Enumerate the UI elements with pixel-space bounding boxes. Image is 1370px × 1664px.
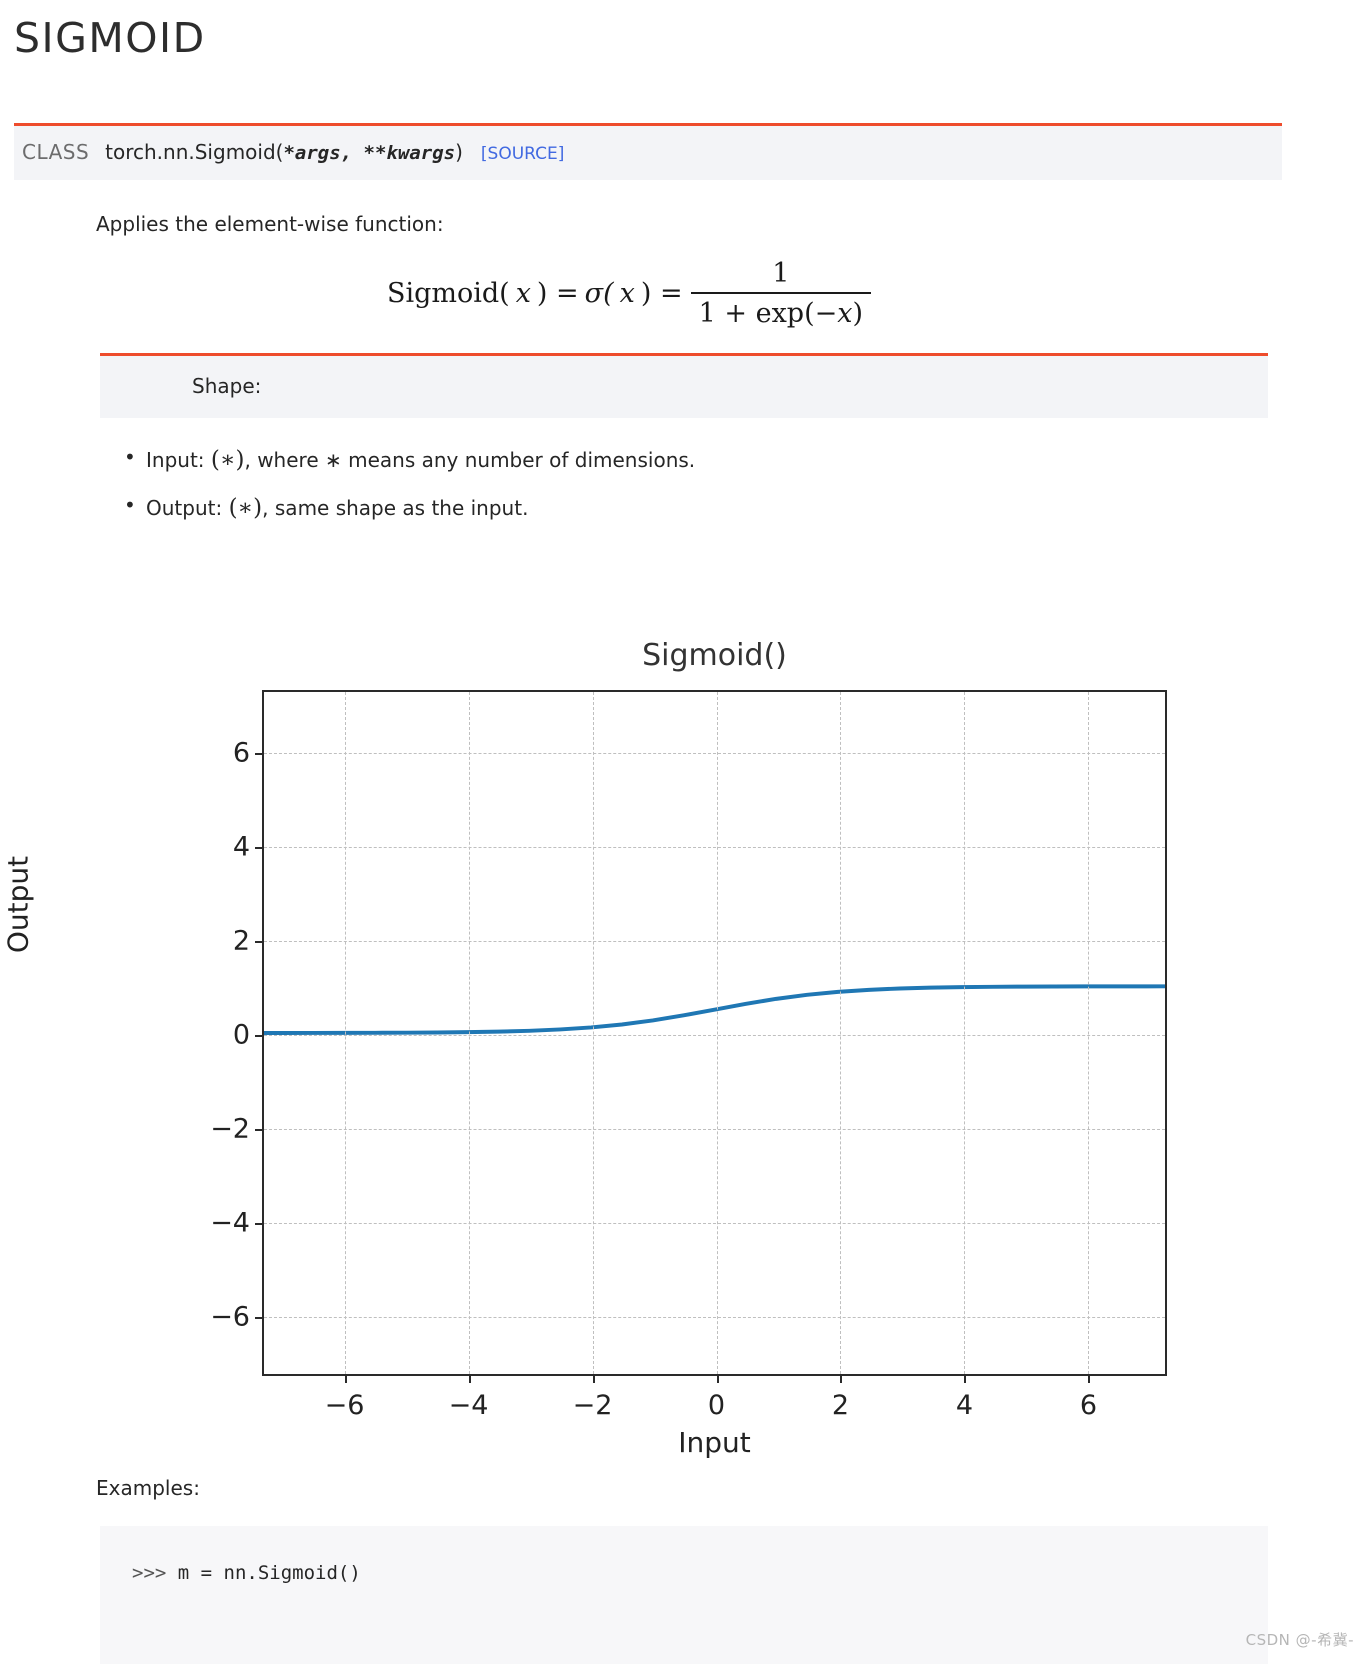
x-tick-label: 2 [831, 1390, 850, 1421]
x-tick-mark [1088, 1374, 1091, 1383]
chart-title: Sigmoid() [642, 638, 787, 673]
y-tick-label: −2 [210, 1113, 250, 1145]
sigmoid-chart: Sigmoid() Output Input 6 4 2 0 −2 −4 −6 −6 −4 −2 0… [0, 614, 1370, 1494]
formula-lhs-close: ) = [536, 277, 579, 309]
signature-kind: CLASS [22, 140, 90, 165]
shape-item-rest: , same shape as the input. [262, 495, 529, 520]
formula-fraction: 1 1 + exp(−x) [690, 258, 872, 329]
signature-bar: CLASS torch.nn.Sigmoid(*args, **kwargs) [S… [14, 126, 1282, 181]
shape-item-star: (∗) [228, 494, 263, 521]
chart-xlabel: Input [678, 1426, 751, 1459]
y-tick-label: −6 [210, 1301, 250, 1333]
y-tick-mark [255, 1222, 264, 1225]
denominator-var: x [837, 297, 853, 329]
examples-label: Examples: [96, 1476, 200, 1500]
y-tick-label: 6 [232, 737, 250, 769]
x-tick-label: 6 [1079, 1390, 1097, 1421]
chart-ylabel: Output [1, 855, 35, 954]
y-tick-label: 4 [232, 831, 250, 863]
class-signature-block: CLASS torch.nn.Sigmoid(*args, **kwargs) [S… [14, 123, 1282, 181]
x-tick-label: −4 [448, 1390, 489, 1421]
formula-lhs: Sigmoid( [386, 277, 510, 309]
y-tick-mark [255, 1128, 264, 1131]
x-tick-mark [716, 1374, 719, 1383]
x-tick-mark [468, 1374, 471, 1383]
formula-numerator: 1 [772, 258, 790, 290]
x-tick-mark [344, 1374, 347, 1383]
x-tick-label: 4 [955, 1390, 974, 1421]
code-line: >>> m = nn.Sigmoid() [132, 1562, 1268, 1584]
code-block: >>> m = nn.Sigmoid() [100, 1526, 1268, 1664]
x-tick-mark [964, 1374, 967, 1383]
x-tick-mark [840, 1374, 843, 1383]
plot-area: 6 4 2 0 −2 −4 −6 −6 −4 −2 0 2 4 6 [210, 690, 1167, 1421]
sigmoid-formula: Sigmoid(x) = σ(x) = 1 1 + exp(−x) [387, 258, 873, 329]
series-line [264, 984, 1165, 1035]
curve-svg [264, 984, 1165, 1035]
signature-close-paren: ) [455, 140, 463, 165]
y-tick-label: −4 [210, 1207, 250, 1239]
formula-row: Sigmoid(x) = σ(x) = 1 1 + exp(−x) [0, 258, 1370, 329]
denominator-pre: 1 + exp(− [698, 297, 838, 329]
x-tick-mark [592, 1374, 595, 1383]
intro-text: Applies the element-wise function: [96, 212, 444, 237]
shape-section: Shape: [100, 352, 1268, 418]
y-tick-label: 2 [232, 925, 250, 957]
formula-lhs-var: x [515, 277, 531, 309]
y-tick-label: 0 [232, 1019, 250, 1051]
shape-item-star: (∗) [210, 446, 245, 473]
x-tick-label: 0 [707, 1390, 726, 1421]
x-tick-label: −2 [572, 1390, 613, 1421]
list-item: Output: (∗), same shape as the input. [124, 491, 1370, 524]
formula-denominator: 1 + exp(−x) [691, 294, 871, 329]
denominator-post: ) [852, 297, 864, 329]
page-title: SIGMOID [14, 14, 206, 62]
code-text: m = nn.Sigmoid() [177, 1562, 361, 1584]
y-tick-mark [255, 753, 264, 756]
list-item: Input: (∗), where ∗ means any number of … [124, 443, 1370, 476]
x-tick-label: −6 [324, 1390, 365, 1421]
y-tick-mark [255, 941, 264, 944]
shape-item-prefix: Output: [146, 495, 223, 520]
y-tick-mark [255, 1316, 264, 1319]
shape-item-rest: , where ∗ means any number of dimensions… [244, 447, 696, 472]
signature-qualified-name: torch.nn.Sigmoid [105, 140, 276, 165]
signature-args: *args, **kwargs [283, 142, 456, 165]
formula-sigma-var: x [619, 277, 635, 309]
source-link[interactable]: [SOURCE] [481, 144, 564, 164]
code-prompt: >>> [132, 1562, 178, 1584]
formula-sigma-close: ) = [640, 277, 683, 309]
y-tick-mark [255, 1035, 264, 1037]
shape-list: Input: (∗), where ∗ means any number of … [0, 443, 1370, 524]
shape-item-prefix: Input: [146, 447, 205, 472]
watermark: CSDN @-希冀- [1245, 1631, 1354, 1649]
formula-sigma: σ( [584, 277, 614, 309]
shape-heading: Shape: [100, 355, 1268, 418]
y-tick-mark [255, 847, 264, 850]
